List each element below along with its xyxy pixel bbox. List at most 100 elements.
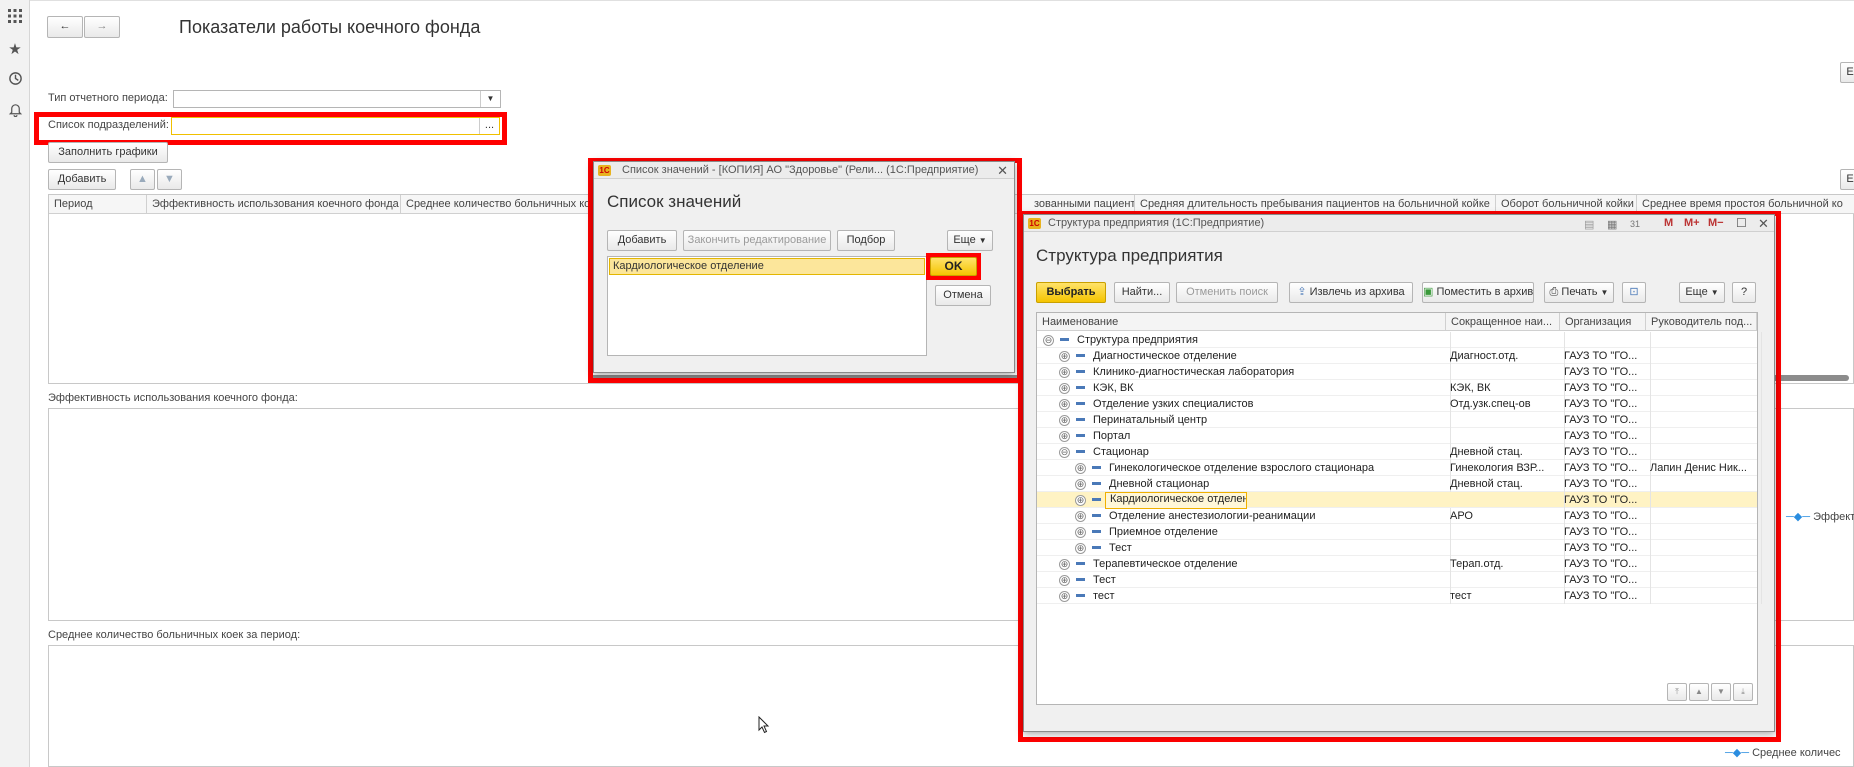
maximize-icon[interactable]: ☐ xyxy=(1736,215,1747,232)
chevron-down-icon[interactable]: ▼ xyxy=(480,91,500,107)
add-button[interactable]: Добавить xyxy=(48,169,116,190)
help-button[interactable]: ? xyxy=(1732,282,1756,303)
expand-icon[interactable]: ⊕ xyxy=(1075,495,1086,506)
close-icon[interactable]: ✕ xyxy=(1758,215,1769,232)
expand-icon[interactable]: ⊕ xyxy=(1059,399,1070,410)
expand-icon[interactable]: ⊕ xyxy=(1059,383,1070,394)
table-row[interactable]: ⊕ Кардиологическое отделение ГАУЗ ТО "ГО..… xyxy=(1037,492,1762,509)
ok-button[interactable]: OK xyxy=(930,257,977,276)
structure-dialog-title: Структура предприятия (1С:Предприятие) xyxy=(1048,217,1265,229)
expand-icon[interactable]: ⊕ xyxy=(1059,575,1070,586)
table-row[interactable]: ⊕ Отделение узких специалистов Отд.узк.спе… xyxy=(1037,396,1762,412)
preview-button[interactable]: ⊡ xyxy=(1622,282,1646,303)
cancel-search-button[interactable]: Отменить поиск xyxy=(1176,282,1278,303)
expand-icon[interactable]: ⊕ xyxy=(1075,463,1086,474)
move-up-button[interactable]: ▲ xyxy=(130,169,155,190)
select-button[interactable]: Выбрать xyxy=(1036,282,1106,303)
arrow-down-icon: ▼ xyxy=(164,173,175,185)
unarchive-button[interactable]: ⇪ Извлечь из архива xyxy=(1289,282,1413,303)
col-short-name[interactable]: Сокращенное наи... xyxy=(1446,313,1560,331)
chart2-label: Среднее количество больничных коек за пе… xyxy=(48,629,301,641)
more-button-grid-right[interactable]: Е xyxy=(1840,169,1854,190)
table-row[interactable]: ⊕ Дневной стационар Дневной стац. ГАУЗ ТО "… xyxy=(1037,476,1762,492)
print-button[interactable]: ⎙ Печать ▼ xyxy=(1544,282,1614,303)
expand-icon[interactable]: ⊕ xyxy=(1059,591,1070,602)
collapse-icon[interactable]: ⊖ xyxy=(1043,335,1054,346)
table-row[interactable]: ⊕ Тест ГАУЗ ТО "ГО... xyxy=(1037,540,1762,556)
structure-tree[interactable]: Наименование Сокращенное наи... Организа… xyxy=(1036,312,1762,705)
archive-button[interactable]: ▣ Поместить в архив xyxy=(1422,282,1534,303)
tree-name-cell: Терапевтическое отделение xyxy=(1089,556,1451,572)
table-row[interactable]: ⊕ Тест ГАУЗ ТО "ГО... xyxy=(1037,572,1762,588)
expand-icon[interactable]: ⊕ xyxy=(1059,431,1070,442)
table-row[interactable]: ⊕ Перинатальный центр ГАУЗ ТО "ГО... xyxy=(1037,412,1762,428)
expand-icon[interactable]: ⊕ xyxy=(1059,351,1070,362)
expand-icon[interactable]: ⊕ xyxy=(1075,511,1086,522)
table-row[interactable]: ⊖ Стационар Дневной стац. ГАУЗ ТО "ГО... xyxy=(1037,444,1762,460)
history-icon[interactable] xyxy=(5,71,25,91)
period-type-select[interactable]: ▼ xyxy=(173,90,501,108)
col-avg-beds[interactable]: Среднее количество больничных ко xyxy=(401,195,601,214)
table-row[interactable]: ⊕ Портал ГАУЗ ТО "ГО... xyxy=(1037,428,1762,444)
back-button[interactable]: ← xyxy=(47,16,83,38)
col-efficiency[interactable]: Эффективность использования коечного фон… xyxy=(147,195,401,214)
close-icon[interactable]: ✕ xyxy=(997,162,1008,179)
structure-dialog: 1С Структура предприятия (1С:Предприятие… xyxy=(1023,214,1775,732)
structure-more-button[interactable]: Еще ▼ xyxy=(1679,282,1725,303)
memory-button[interactable]: M xyxy=(1664,215,1673,232)
finish-editing-button[interactable]: Закончить редактирование xyxy=(683,230,831,251)
table-row[interactable]: ⊕ Гинекологическое отделение взрослого ст… xyxy=(1037,460,1762,476)
expand-icon[interactable]: ⊕ xyxy=(1075,527,1086,538)
tree-org-cell: ГАУЗ ТО "ГО... xyxy=(1560,540,1651,556)
memory-plus-button[interactable]: M+ xyxy=(1684,215,1700,232)
expand-icon[interactable]: ⊕ xyxy=(1059,415,1070,426)
col-head[interactable]: Руководитель под... xyxy=(1646,313,1757,331)
fill-charts-button[interactable]: Заполнить графики xyxy=(48,142,168,163)
calculator-icon[interactable]: ▦ xyxy=(1607,217,1617,234)
col-period[interactable]: Период xyxy=(49,195,147,214)
table-row[interactable]: ⊕ Приемное отделение ГАУЗ ТО "ГО... xyxy=(1037,524,1762,540)
list-item[interactable]: Кардиологическое отделение xyxy=(609,258,925,275)
units-choose-button[interactable]: ... xyxy=(479,118,499,134)
table-row[interactable]: ⊕ Отделение анестезиологии-реанимации АРО Г… xyxy=(1037,508,1762,524)
pick-button[interactable]: Подбор xyxy=(837,230,895,251)
memory-minus-button[interactable]: M− xyxy=(1708,215,1724,232)
structure-dialog-titlebar: 1С Структура предприятия (1С:Предприятие… xyxy=(1024,215,1774,232)
table-row[interactable]: ⊕ тест тест ГАУЗ ТО "ГО... xyxy=(1037,588,1762,604)
forward-button[interactable]: → xyxy=(84,16,120,38)
values-dialog-title: Список значений - [КОПИЯ] АО "Здоровье" … xyxy=(622,164,979,176)
table-row[interactable]: ⊕ Терапевтическое отделение Терап.отд. ГАУЗ… xyxy=(1037,556,1762,572)
tree-short-cell xyxy=(1446,332,1565,348)
scroll-first-button[interactable]: ⤒ xyxy=(1667,683,1687,701)
table-row[interactable]: ⊕ КЭК, ВК КЭК, ВК ГАУЗ ТО "ГО... xyxy=(1037,380,1762,396)
tree-head-cell xyxy=(1646,380,1762,396)
document-icon[interactable]: ▤ xyxy=(1584,217,1594,234)
table-row[interactable]: ⊕ Диагностическое отделение Диагност.отд. Г… xyxy=(1037,348,1762,364)
table-row[interactable]: ⊖ Структура предприятия xyxy=(1037,332,1762,348)
star-icon[interactable]: ★ xyxy=(5,40,25,60)
apps-grid-icon[interactable] xyxy=(5,8,25,28)
values-add-button[interactable]: Добавить xyxy=(607,230,677,251)
folder-icon xyxy=(1076,402,1085,405)
values-list[interactable]: Кардиологическое отделение xyxy=(607,256,927,356)
scroll-up-button[interactable]: ▲ xyxy=(1689,683,1709,701)
calendar-icon[interactable]: 31 xyxy=(1630,216,1640,233)
table-row[interactable]: ⊕ Клинико-диагностическая лаборатория ГАУЗ… xyxy=(1037,364,1762,380)
bell-icon[interactable] xyxy=(5,102,25,122)
expand-icon[interactable]: ⊕ xyxy=(1059,559,1070,570)
col-organization[interactable]: Организация xyxy=(1560,313,1646,331)
col-name[interactable]: Наименование xyxy=(1037,313,1446,331)
cancel-button[interactable]: Отмена xyxy=(935,285,991,306)
values-more-button[interactable]: Еще ▼ xyxy=(947,230,993,251)
expand-icon[interactable]: ⊕ xyxy=(1075,479,1086,490)
scroll-last-button[interactable]: ⤓ xyxy=(1733,683,1753,701)
expand-icon[interactable]: ⊕ xyxy=(1059,367,1070,378)
expand-icon[interactable]: ⊕ xyxy=(1075,543,1086,554)
collapse-icon[interactable]: ⊖ xyxy=(1059,447,1070,458)
units-input[interactable]: ... xyxy=(171,117,500,135)
find-button[interactable]: Найти... xyxy=(1114,282,1170,303)
scroll-down-button[interactable]: ▼ xyxy=(1711,683,1731,701)
more-button-top-right[interactable]: Е xyxy=(1840,62,1854,83)
move-down-button[interactable]: ▼ xyxy=(157,169,182,190)
tree-name-cell: Гинекологическое отделение взрослого ста… xyxy=(1105,460,1451,476)
